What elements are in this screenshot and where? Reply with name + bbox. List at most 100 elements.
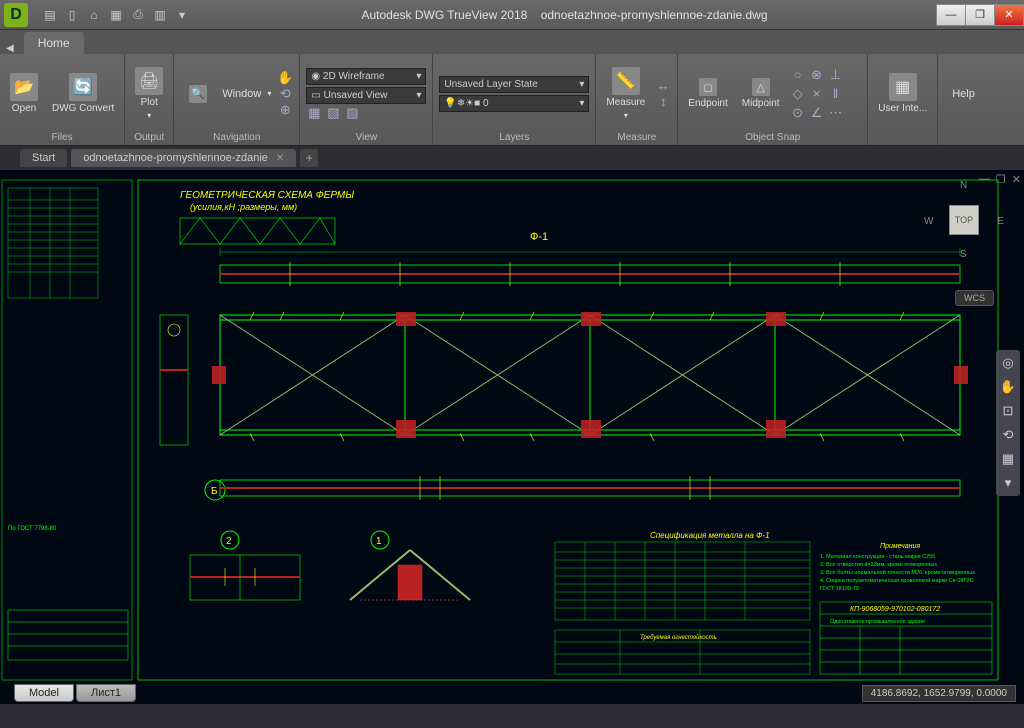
doctab-file[interactable]: odnoetazhnoe-promyshlennoe-zdanie✕ <box>71 149 296 167</box>
doctab-start[interactable]: Start <box>20 149 67 167</box>
printer-icon: 🖨 <box>135 67 163 95</box>
add-tab-button[interactable]: + <box>300 149 318 167</box>
orbit-icon[interactable]: ⟲ <box>277 86 293 102</box>
qat-button[interactable]: ▦ <box>106 5 126 25</box>
app-logo[interactable]: D <box>4 3 28 27</box>
qat-button[interactable]: ▯ <box>62 5 82 25</box>
svg-text:1: 1 <box>376 536 382 547</box>
osnap-icon[interactable]: ◇ <box>790 86 806 102</box>
folder-open-icon: 📂 <box>10 73 38 101</box>
panel-measure: 📏Measure▾ ↔ ↕ Measure <box>596 54 678 145</box>
maximize-button[interactable]: ❐ <box>965 4 995 26</box>
drawing-canvas[interactable]: — ❐ ✕ По ГОСТ 7798-80 ГЕОМЕТРИЧЕСКАЯ СХЕ… <box>0 170 1024 704</box>
osnap-icon[interactable]: ∠ <box>809 105 825 121</box>
osnap-icon[interactable]: ‖ <box>828 86 844 102</box>
ribbon-back[interactable]: ◀ <box>0 43 20 54</box>
quick-access-toolbar: ▤ ▯ ⌂ ▦ ⎙ ▥ ▾ <box>40 5 192 25</box>
window-title: Autodesk DWG TrueView 2018 odnoetazhnoe-… <box>192 8 937 22</box>
osnap-icon[interactable]: ⊥ <box>828 67 844 83</box>
panel-view: ◉ 2D Wireframe▾ ▭ Unsaved View▾ ▦▧▨ View <box>300 54 433 145</box>
view-icon[interactable]: ▦ <box>306 105 322 121</box>
open-button[interactable]: 📂Open <box>6 71 42 116</box>
svg-text:Ф-1: Ф-1 <box>530 231 548 243</box>
layout-tabs: Model Лист1 <box>0 682 138 704</box>
panel-help: Help <box>938 54 989 145</box>
panel-output: 🖨Plot▾ Output <box>125 54 174 145</box>
user-interface-button[interactable]: ▦User Inte... <box>874 71 931 116</box>
document-tabs: Start odnoetazhnoe-promyshlennoe-zdanie✕… <box>0 146 1024 170</box>
orbit-icon[interactable]: ⟲ <box>999 426 1017 444</box>
svg-text:1. Материал конструкции - стал: 1. Материал конструкции - сталь марки С2… <box>820 554 935 560</box>
dwg-convert-button[interactable]: 🔄DWG Convert <box>48 71 118 116</box>
view-icon[interactable]: ▨ <box>344 105 360 121</box>
wcs-indicator[interactable]: WCS <box>955 290 994 306</box>
measure-tool-icon[interactable]: ↔ <box>655 78 671 94</box>
plot-button[interactable]: 🖨Plot▾ <box>131 65 167 123</box>
qat-button[interactable]: ▥ <box>150 5 170 25</box>
window-label: Window <box>222 88 261 100</box>
zoom-window-icon: 🔍 <box>189 85 207 103</box>
viewcube[interactable]: N S E W TOP <box>924 180 1004 260</box>
pan-icon[interactable]: ✋ <box>277 70 293 86</box>
svg-text:Одноэтажное промышленное здани: Одноэтажное промышленное здание <box>830 619 925 625</box>
visual-style-dropdown[interactable]: ◉ 2D Wireframe▾ <box>306 68 426 85</box>
qat-button[interactable]: ⌂ <box>84 5 104 25</box>
zoom-extents-icon[interactable]: ⊡ <box>999 402 1017 420</box>
showmotion-icon[interactable]: ▦ <box>999 450 1017 468</box>
saved-view-dropdown[interactable]: ▭ Unsaved View▾ <box>306 87 426 104</box>
measure-tool-icon[interactable]: ↕ <box>655 94 671 110</box>
window-button[interactable]: 🔍 <box>180 83 216 105</box>
layout-tab[interactable]: Лист1 <box>76 684 136 702</box>
osnap-icon[interactable]: × <box>809 86 825 102</box>
viewcube-north[interactable]: N <box>960 180 967 191</box>
layer-dropdown[interactable]: 💡❄☀■ 0▾ <box>439 95 589 112</box>
svg-text:Спецификация металла на Ф-1: Спецификация металла на Ф-1 <box>650 531 770 540</box>
svg-text:ГЕОМЕТРИЧЕСКАЯ СХЕМА ФЕРМЫ: ГЕОМЕТРИЧЕСКАЯ СХЕМА ФЕРМЫ <box>180 190 354 201</box>
measure-button[interactable]: 📏Measure▾ <box>602 65 649 123</box>
tab-home[interactable]: Home <box>24 32 84 54</box>
svg-text:Примечания: Примечания <box>880 543 920 550</box>
layer-state-dropdown[interactable]: Unsaved Layer State▾ <box>439 76 589 93</box>
help-button[interactable]: Help <box>944 86 983 102</box>
ruler-icon: 📏 <box>612 67 640 95</box>
svg-text:ГОСТ 18130-79: ГОСТ 18130-79 <box>820 586 859 592</box>
panel-label: Output <box>131 130 167 145</box>
panel-osnap: ◻Endpoint △Midpoint ○⊗⊥ ◇×‖ ⊙∠⋯ Object S… <box>678 54 868 145</box>
drawing-svg: По ГОСТ 7798-80 ГЕОМЕТРИЧЕСКАЯ СХЕМА ФЕР… <box>0 170 1024 704</box>
endpoint-icon: ◻ <box>699 78 717 96</box>
zoom-icon[interactable]: ⊕ <box>277 102 293 118</box>
qat-button[interactable]: ▤ <box>40 5 60 25</box>
navigation-bar: ◎ ✋ ⊡ ⟲ ▦ ▾ <box>996 350 1020 496</box>
panel-layers: Unsaved Layer State▾ 💡❄☀■ 0▾ Layers <box>433 54 596 145</box>
panel-label: Measure <box>602 130 671 145</box>
osnap-icon[interactable]: ⊗ <box>809 67 825 83</box>
panel-label: View <box>306 130 426 145</box>
panel-userint: ▦User Inte... <box>868 54 938 145</box>
nav-wheel-icon[interactable]: ◎ <box>999 354 1017 372</box>
close-tab-icon[interactable]: ✕ <box>276 153 284 164</box>
osnap-icon[interactable]: ⊙ <box>790 105 806 121</box>
panel-label: Object Snap <box>684 130 861 145</box>
close-button[interactable]: ✕ <box>994 4 1024 26</box>
qat-button[interactable]: ⎙ <box>128 5 148 25</box>
svg-text:КП-9068059-970102-080172: КП-9068059-970102-080172 <box>850 606 940 613</box>
nav-expand-icon[interactable]: ▾ <box>999 474 1017 492</box>
status-bar <box>0 704 1024 728</box>
svg-text:Требуемая огнестойкость: Требуемая огнестойкость <box>640 634 717 641</box>
chevron-down-icon[interactable]: ▾ <box>267 89 271 98</box>
viewcube-east[interactable]: E <box>997 216 1004 227</box>
midpoint-button[interactable]: △Midpoint <box>738 76 784 111</box>
viewcube-top[interactable]: TOP <box>949 205 979 235</box>
viewcube-south[interactable]: S <box>960 249 967 260</box>
qat-dropdown[interactable]: ▾ <box>172 5 192 25</box>
viewcube-west[interactable]: W <box>924 216 933 227</box>
pan-icon[interactable]: ✋ <box>999 378 1017 396</box>
osnap-icon[interactable]: ⋯ <box>828 105 844 121</box>
osnap-icon[interactable]: ○ <box>790 67 806 83</box>
panel-files: 📂Open 🔄DWG Convert Files <box>0 54 125 145</box>
midpoint-icon: △ <box>752 78 770 96</box>
minimize-button[interactable]: — <box>936 4 966 26</box>
model-tab[interactable]: Model <box>14 684 74 702</box>
view-icon[interactable]: ▧ <box>325 105 341 121</box>
endpoint-button[interactable]: ◻Endpoint <box>684 76 731 111</box>
